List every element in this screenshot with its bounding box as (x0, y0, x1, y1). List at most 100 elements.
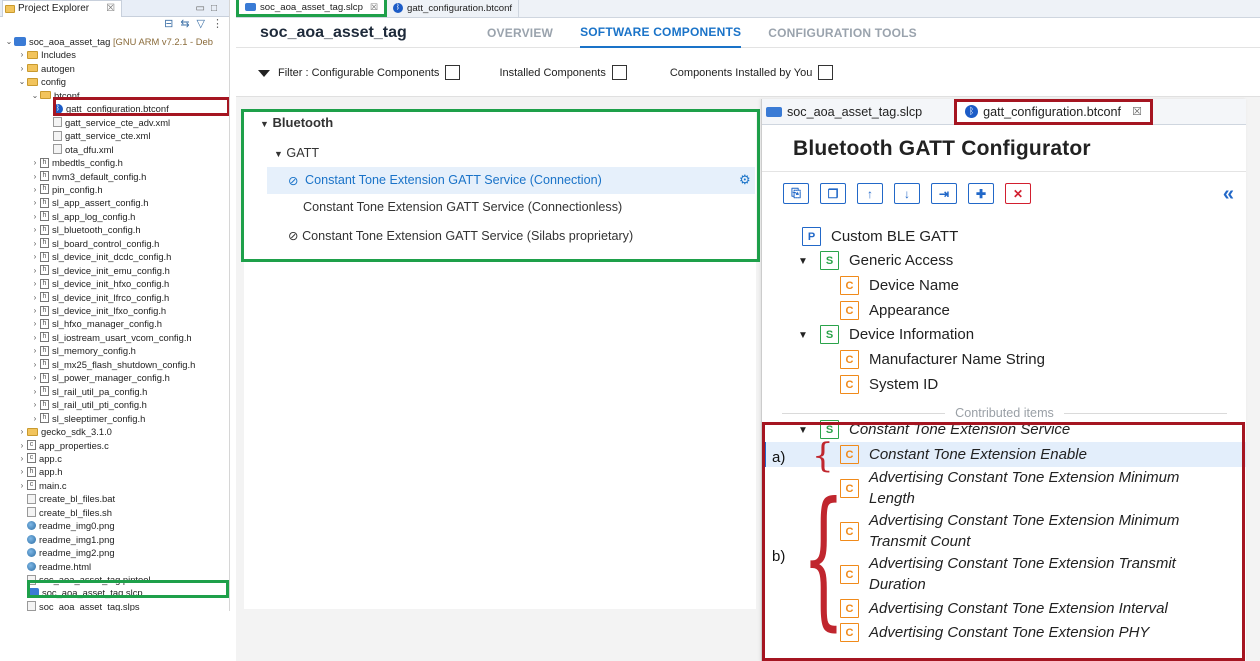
tree-item[interactable]: › c app.c (17, 452, 62, 465)
tree-item[interactable]: › h sl_rail_util_pti_config.h (30, 398, 147, 411)
add-button[interactable]: ✚ (968, 183, 994, 204)
filter-icon[interactable]: ▽ (197, 17, 205, 32)
chevron-right-icon[interactable]: › (30, 344, 40, 357)
tree-item[interactable]: › h app.h (17, 465, 63, 478)
tab-software-components[interactable]: SOFTWARE COMPONENTS (580, 18, 742, 48)
chevron-right-icon[interactable]: › (17, 425, 27, 438)
tree-item[interactable]: soc_aoa_asset_tag.slcp (17, 586, 143, 599)
tree-item[interactable]: › h sl_iostream_usart_vcom_config.h (30, 331, 192, 344)
tree-item[interactable]: › h sl_device_init_dcdc_config.h (30, 250, 172, 263)
close-icon[interactable]: ☒ (106, 3, 115, 14)
export-button[interactable]: ⇥ (931, 183, 957, 204)
chevron-down-icon[interactable]: ▼ (798, 330, 808, 341)
chevron-right-icon[interactable]: › (30, 210, 40, 223)
chevron-right-icon[interactable]: › (30, 156, 40, 169)
chevron-right-icon[interactable]: › (30, 277, 40, 290)
tree-item[interactable]: ᛒ gatt_configuration.btconf (43, 102, 169, 115)
tree-item[interactable]: › h nvm3_default_config.h (30, 170, 147, 183)
chevron-right-icon[interactable]: › (17, 48, 27, 61)
tree-root[interactable]: ⌄ soc_aoa_asset_tag [GNU ARM v7.2.1 - De… (4, 35, 213, 48)
chevron-right-icon[interactable]: › (30, 196, 40, 209)
tree-item[interactable]: › h pin_config.h (30, 183, 103, 196)
chevron-right-icon[interactable]: › (30, 304, 40, 317)
gatt-characteristic[interactable]: C Advertising Constant Tone Extension Mi… (840, 467, 1229, 509)
window-controls[interactable]: ▭□ (196, 3, 230, 14)
tab-btconf[interactable]: ᛒ gatt_configuration.btconf (387, 0, 520, 17)
chevron-right-icon[interactable]: › (17, 62, 27, 75)
tree-item[interactable]: › h sl_mx25_flash_shutdown_config.h (30, 358, 196, 371)
filter-configurable-checkbox[interactable] (445, 65, 461, 80)
chevron-right-icon[interactable]: › (30, 412, 40, 425)
tab-overview[interactable]: OVERVIEW (487, 18, 553, 48)
close-icon[interactable]: ☒ (1132, 105, 1142, 118)
chevron-right-icon[interactable]: › (17, 465, 27, 478)
chevron-down-icon[interactable]: ⌄ (30, 89, 40, 102)
delete-button[interactable]: ✕ (1005, 183, 1031, 204)
tree-item[interactable]: readme_img0.png (17, 519, 115, 532)
tree-item[interactable]: › h mbedtls_config.h (30, 156, 123, 169)
tree-item[interactable]: › h sl_device_init_lfxo_config.h (30, 304, 166, 317)
component-cte-silabs[interactable]: ⊘ Constant Tone Extension GATT Service (… (288, 228, 633, 243)
chevron-right-icon[interactable]: › (30, 250, 40, 263)
tree-item[interactable]: › h sl_memory_config.h (30, 344, 136, 357)
tree-item[interactable]: › h sl_device_init_emu_config.h (30, 264, 170, 277)
tree-item[interactable]: › c app_properties.c (17, 439, 109, 452)
chevron-down-icon[interactable]: ▼ (798, 425, 808, 436)
close-icon[interactable]: ☒ (370, 2, 378, 13)
chevron-right-icon[interactable]: › (30, 317, 40, 330)
tree-item[interactable]: › h sl_hfxo_manager_config.h (30, 317, 162, 330)
tree-item[interactable]: readme_img1.png (17, 533, 115, 546)
chevron-right-icon[interactable]: › (17, 479, 27, 492)
gear-icon[interactable]: ⚙ (739, 172, 751, 188)
chevron-right-icon[interactable]: › (30, 385, 40, 398)
tree-item[interactable]: ota_dfu.xml (43, 143, 113, 156)
tab-configuration-tools[interactable]: CONFIGURATION TOOLS (768, 18, 917, 48)
tree-item[interactable]: soc_aoa_asset_tag.pintool (17, 573, 151, 586)
collapse-all-icon[interactable]: ⊟ (164, 17, 173, 32)
duplicate-button[interactable]: ❐ (820, 183, 846, 204)
chevron-right-icon[interactable]: › (30, 358, 40, 371)
category-gatt[interactable]: ▼ GATT (274, 146, 319, 160)
tree-item[interactable]: › h sl_device_init_hfxo_config.h (30, 277, 170, 290)
gatt-characteristic[interactable]: C Manufacturer Name String (840, 350, 1045, 369)
tree-item[interactable]: › h sl_app_log_config.h (30, 210, 136, 223)
chevron-right-icon[interactable]: › (30, 291, 40, 304)
tree-item[interactable]: gatt_service_cte_adv.xml (43, 116, 170, 129)
chevron-down-icon[interactable]: ⌄ (17, 75, 27, 88)
tree-item[interactable]: readme_img2.png (17, 546, 115, 559)
tree-item[interactable]: ⌄ config (17, 75, 66, 88)
tree-item[interactable]: › h sl_rail_util_pa_config.h (30, 385, 148, 398)
gatt-characteristic[interactable]: C Appearance (840, 301, 950, 320)
gatt-service-cte[interactable]: S Constant Tone Extension Service (820, 420, 1070, 439)
view-menu-icon[interactable]: ⋮ (212, 17, 223, 32)
category-bluetooth[interactable]: ▼ Bluetooth (260, 115, 333, 130)
component-cte-connection[interactable]: ⊘ Constant Tone Extension GATT Service (… (267, 167, 755, 194)
move-up-button[interactable]: ↑ (857, 183, 883, 204)
chevron-right-icon[interactable]: › (30, 223, 40, 236)
chevron-right-icon[interactable]: › (30, 398, 40, 411)
tree-item[interactable]: › h sl_board_control_config.h (30, 237, 160, 250)
chevron-right-icon[interactable]: › (17, 439, 27, 452)
tree-item[interactable]: › gecko_sdk_3.1.0 (17, 425, 112, 438)
chevron-down-icon[interactable]: ⌄ (4, 35, 14, 48)
chevron-right-icon[interactable]: › (17, 452, 27, 465)
tree-item[interactable]: ⌄ btconf (30, 89, 80, 102)
chevron-right-icon[interactable]: › (30, 264, 40, 277)
tree-item[interactable]: › h sl_app_assert_config.h (30, 196, 149, 209)
chevron-down-icon[interactable]: ▼ (798, 256, 808, 267)
tree-item[interactable]: › h sl_device_init_lfrco_config.h (30, 291, 170, 304)
gatt-characteristic[interactable]: C Advertising Constant Tone Extension Tr… (840, 553, 1229, 595)
collapse-panel-icon[interactable]: « (1223, 183, 1234, 206)
link-editor-icon[interactable]: ⇆ (180, 17, 189, 32)
tree-item[interactable]: create_bl_files.bat (17, 492, 115, 505)
filter-installed-by-you-checkbox[interactable] (818, 65, 834, 80)
tree-item[interactable]: › c main.c (17, 479, 67, 492)
gatt-characteristic[interactable]: C Advertising Constant Tone Extension PH… (840, 623, 1149, 642)
gatt-service-device-information[interactable]: S Device Information (820, 325, 974, 344)
gatt-characteristic-cte-enable[interactable]: C Constant Tone Extension Enable (840, 445, 1087, 464)
tree-item[interactable]: create_bl_files.sh (17, 506, 112, 519)
gatt-characteristic[interactable]: C System ID (840, 375, 938, 394)
tree-item[interactable]: › h sl_sleeptimer_config.h (30, 412, 146, 425)
tree-item[interactable]: readme.html (17, 560, 91, 573)
chevron-right-icon[interactable]: › (30, 237, 40, 250)
